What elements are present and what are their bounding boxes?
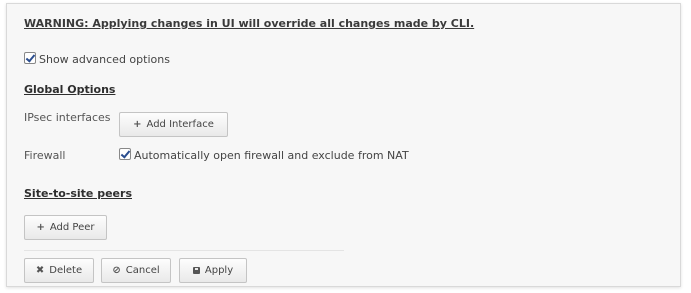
firewall-checkbox-label: Automatically open firewall and exclude … [134,149,409,162]
firewall-checkbox[interactable] [119,148,131,160]
divider [24,250,344,251]
firewall-option-row[interactable]: Automatically open firewall and exclude … [119,148,409,162]
site-to-site-peers-heading: Site-to-site peers [24,187,132,200]
cancel-label: Cancel [125,265,160,276]
delete-label: Delete [49,265,83,276]
add-interface-label: Add Interface [146,119,214,130]
apply-label: Apply [204,265,234,276]
apply-button[interactable]: Apply [179,258,247,283]
save-icon [192,267,200,274]
cli-override-warning: WARNING: Applying changes in UI will ove… [24,17,475,30]
show-advanced-checkbox[interactable] [24,52,36,64]
global-options-heading: Global Options [24,83,116,96]
plus-icon: + [133,119,142,130]
show-advanced-label: Show advanced options [39,53,170,66]
cancel-button[interactable]: ⊘ Cancel [101,258,171,283]
firewall-label: Firewall [24,149,66,162]
plus-icon: + [36,222,45,233]
add-peer-label: Add Peer [49,222,95,233]
add-interface-button[interactable]: + Add Interface [119,112,228,137]
x-icon: ✖ [35,265,45,276]
ipsec-settings-panel: WARNING: Applying changes in UI will ove… [6,3,681,287]
show-advanced-options-row[interactable]: Show advanced options [24,52,170,66]
add-peer-button[interactable]: + Add Peer [24,215,107,240]
delete-button[interactable]: ✖ Delete [24,258,94,283]
ipsec-interfaces-label: IPsec interfaces [24,111,111,124]
cancel-circle-icon: ⊘ [112,265,121,276]
